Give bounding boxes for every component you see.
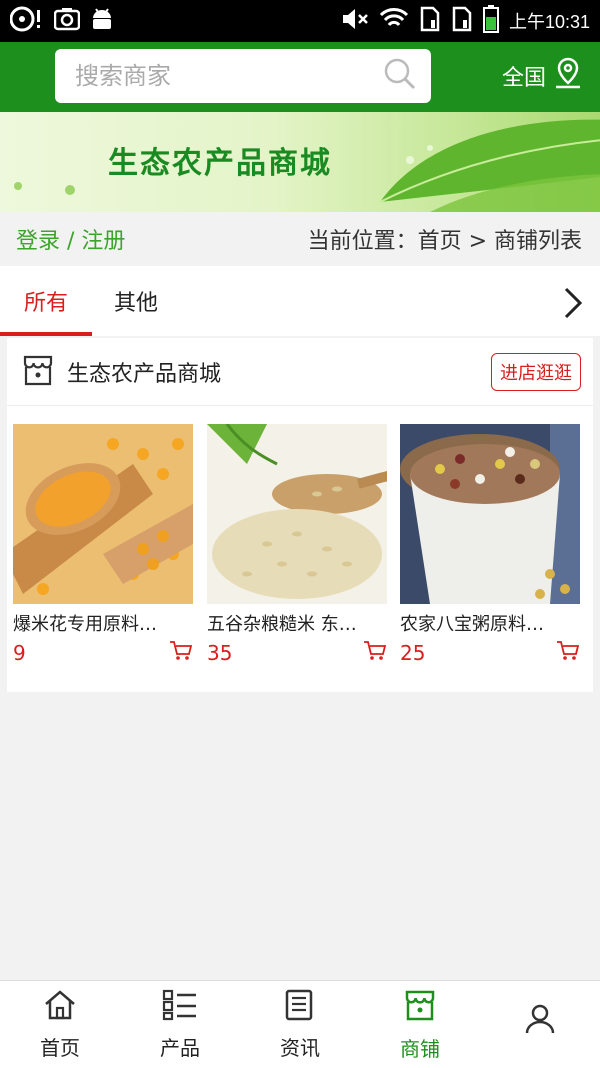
product-name[interactable]: 农家八宝粥原料… bbox=[400, 610, 580, 636]
product-item[interactable]: 五谷杂粮糙米 东… 35 bbox=[207, 424, 387, 666]
wifi-icon bbox=[379, 7, 409, 35]
product-image-brown-rice[interactable] bbox=[207, 424, 387, 604]
sim2-icon bbox=[451, 6, 473, 36]
product-image-popcorn-kernels[interactable] bbox=[13, 424, 193, 604]
nav-shops[interactable]: 商铺 bbox=[360, 981, 480, 1068]
battery-icon bbox=[482, 5, 499, 37]
product-item[interactable]: 爆米花专用原料… 9 bbox=[13, 424, 193, 666]
breadcrumb: 当前位置：首页 > 商铺列表 bbox=[307, 229, 582, 254]
news-icon bbox=[284, 989, 316, 1026]
chevron-right-icon[interactable] bbox=[562, 286, 584, 324]
login-register-link[interactable]: 登录 / 注册 bbox=[16, 223, 125, 255]
user-icon bbox=[524, 1003, 556, 1040]
nav-news[interactable]: 资讯 bbox=[240, 981, 360, 1068]
tab-other[interactable]: 其他 bbox=[92, 266, 180, 336]
tab-all[interactable]: 所有 bbox=[0, 266, 92, 336]
product-price: 35 bbox=[207, 641, 233, 665]
nav-products[interactable]: 产品 bbox=[120, 981, 240, 1068]
search-box[interactable] bbox=[55, 49, 431, 103]
product-item[interactable]: 农家八宝粥原料… 25 bbox=[400, 424, 580, 666]
nav-profile[interactable] bbox=[480, 981, 600, 1068]
store-icon bbox=[21, 353, 55, 391]
cart-icon[interactable] bbox=[169, 640, 193, 666]
category-tabs: 所有 其他 bbox=[0, 266, 600, 336]
top-header: 全国 bbox=[0, 42, 600, 112]
enter-store-button[interactable]: 进店逛逛 bbox=[491, 352, 581, 391]
location-pin-icon bbox=[552, 56, 584, 96]
home-icon bbox=[43, 989, 77, 1026]
region-label: 全国 bbox=[501, 66, 546, 91]
store-name: 生态农产品商城 bbox=[67, 361, 222, 387]
screenshot-icon bbox=[53, 7, 81, 35]
clock: 上午10:31 bbox=[508, 12, 590, 32]
region-selector[interactable]: 全国 bbox=[502, 56, 584, 96]
water-drops bbox=[14, 182, 75, 195]
store-header: 生态农产品商城 进店逛逛 bbox=[7, 338, 593, 406]
bottom-nav: 首页 产品 资讯 商铺 bbox=[0, 980, 600, 1068]
cart-icon[interactable] bbox=[556, 640, 580, 666]
product-list: 爆米花专用原料… 9 五谷杂粮糙米 东… 35 农家八宝粥原料… 25 bbox=[7, 406, 593, 692]
product-image-eight-treasure-porridge[interactable] bbox=[400, 424, 580, 604]
android-icon bbox=[90, 7, 114, 35]
banner: 生态农产品商城 bbox=[0, 112, 600, 212]
search-input[interactable] bbox=[73, 61, 383, 91]
product-price: 25 bbox=[400, 641, 426, 665]
cart-icon[interactable] bbox=[363, 640, 387, 666]
banner-title: 生态农产品商城 bbox=[108, 146, 332, 181]
leaf-illustration bbox=[379, 119, 600, 212]
media-icon bbox=[9, 6, 44, 36]
shop-icon bbox=[403, 988, 437, 1027]
status-bar: 上午10:31 bbox=[0, 0, 600, 42]
nav-home[interactable]: 首页 bbox=[0, 981, 120, 1068]
search-icon[interactable] bbox=[383, 57, 417, 95]
mute-icon bbox=[341, 7, 369, 35]
nav-shops-label: 商铺 bbox=[400, 1036, 440, 1061]
nav-home-label: 首页 bbox=[40, 1035, 80, 1060]
list-icon bbox=[162, 989, 198, 1026]
product-name[interactable]: 五谷杂粮糙米 东… bbox=[207, 610, 387, 636]
product-name[interactable]: 爆米花专用原料… bbox=[13, 610, 193, 636]
breadcrumb-row: 登录 / 注册 当前位置：首页 > 商铺列表 bbox=[0, 212, 600, 266]
sim1-icon bbox=[419, 6, 441, 36]
nav-products-label: 产品 bbox=[160, 1035, 200, 1060]
product-price: 9 bbox=[13, 641, 26, 665]
store-card: 生态农产品商城 进店逛逛 爆米花专用原料… 9 五谷杂粮糙米 东… 35 农家八… bbox=[7, 338, 593, 692]
nav-news-label: 资讯 bbox=[280, 1035, 320, 1060]
